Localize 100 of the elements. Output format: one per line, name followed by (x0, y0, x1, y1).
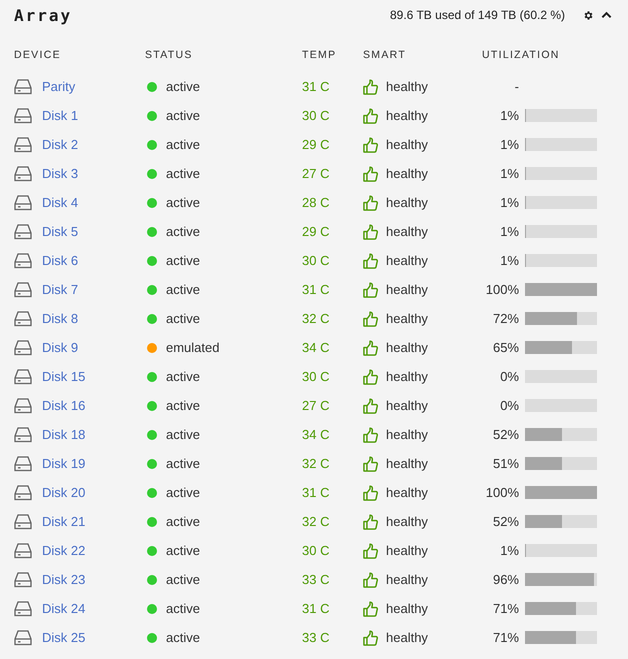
temperature-text: 33 C (302, 630, 330, 645)
temperature-text: 30 C (302, 369, 330, 384)
smart-status-text: healthy (386, 340, 428, 355)
status-text: active (166, 282, 200, 297)
hard-drive-icon (14, 514, 32, 530)
utilization-bar (525, 138, 597, 151)
device-link[interactable]: Disk 3 (42, 166, 78, 181)
hard-drive-icon (14, 252, 32, 268)
thumbs-up-icon (363, 78, 378, 94)
panel-title: Array (14, 6, 72, 24)
hard-drive-icon (14, 224, 32, 240)
temperature-text: 27 C (302, 166, 330, 181)
device-link[interactable]: Disk 2 (42, 137, 78, 152)
thumbs-up-icon (363, 368, 378, 384)
hard-drive-icon (14, 572, 32, 588)
temperature-text: 30 C (302, 253, 330, 268)
smart-status-text: healthy (386, 456, 428, 471)
hard-drive-icon (14, 600, 32, 616)
device-link[interactable]: Disk 9 (42, 340, 78, 355)
utilization-percent: 0% (499, 369, 519, 384)
utilization-percent: 1% (499, 195, 519, 210)
status-text: active (166, 108, 200, 123)
device-link[interactable]: Disk 18 (42, 427, 86, 442)
device-link[interactable]: Disk 25 (42, 630, 86, 645)
smart-status-text: healthy (386, 253, 428, 268)
temperature-text: 31 C (302, 485, 330, 500)
thumbs-up-icon (363, 426, 378, 442)
device-link[interactable]: Disk 1 (42, 108, 78, 123)
thumbs-up-icon (363, 398, 378, 414)
device-link[interactable]: Disk 21 (42, 514, 86, 529)
status-text: active (166, 514, 200, 529)
utilization-bar (525, 225, 597, 238)
device-link[interactable]: Disk 19 (42, 456, 86, 471)
temperature-text: 29 C (302, 137, 330, 152)
thumbs-up-icon (363, 484, 378, 500)
collapse-chevron-icon[interactable] (601, 11, 612, 19)
utilization-percent: 52% (492, 514, 519, 529)
hard-drive-icon (14, 282, 32, 298)
column-header: UTILIZATION (482, 49, 560, 61)
utilization-percent: 0% (499, 398, 519, 413)
utilization-percent: 1% (499, 253, 519, 268)
device-link[interactable]: Disk 4 (42, 195, 78, 210)
utilization-percent: 1% (499, 108, 519, 123)
utilization-percent: 1% (499, 137, 519, 152)
device-link[interactable]: Disk 5 (42, 224, 78, 239)
utilization-percent: 52% (492, 427, 519, 442)
utilization-percent: 96% (492, 572, 519, 587)
status-text: active (166, 166, 200, 181)
status-text: active (166, 427, 200, 442)
smart-status-text: healthy (386, 311, 428, 326)
temperature-text: 30 C (302, 108, 330, 123)
thumbs-up-icon (363, 514, 378, 530)
thumbs-up-icon (363, 340, 378, 356)
status-text: active (166, 485, 200, 500)
temperature-text: 33 C (302, 572, 330, 587)
thumbs-up-icon (363, 572, 378, 588)
utilization-bar (525, 370, 597, 383)
utilization-bar (525, 399, 597, 412)
smart-status-text: healthy (386, 543, 428, 558)
settings-icon[interactable] (583, 10, 594, 20)
utilization-percent: 71% (492, 601, 519, 616)
thumbs-up-icon (363, 542, 378, 558)
device-link[interactable]: Disk 24 (42, 601, 86, 616)
status-text: active (166, 79, 200, 94)
device-link[interactable]: Disk 16 (42, 398, 86, 413)
device-link[interactable]: Disk 15 (42, 369, 86, 384)
smart-status-text: healthy (386, 398, 428, 413)
utilization-bar (525, 167, 597, 180)
utilization-bar (525, 196, 597, 209)
thumbs-up-icon (363, 108, 378, 124)
temperature-text: 32 C (302, 456, 330, 471)
column-header: DEVICE (14, 49, 61, 61)
device-link[interactable]: Disk 23 (42, 572, 86, 587)
device-link[interactable]: Disk 6 (42, 253, 78, 268)
status-text: active (166, 137, 200, 152)
smart-status-text: healthy (386, 572, 428, 587)
utilization-percent: 100% (484, 485, 519, 500)
smart-status-text: healthy (386, 195, 428, 210)
utilization-bar (525, 544, 597, 557)
thumbs-up-icon (363, 194, 378, 210)
device-link[interactable]: Disk 7 (42, 282, 78, 297)
column-header: STATUS (145, 49, 193, 61)
utilization-percent: 1% (499, 166, 519, 181)
hard-drive-icon (14, 398, 32, 414)
device-link[interactable]: Disk 22 (42, 543, 86, 558)
device-link[interactable]: Disk 8 (42, 311, 78, 326)
temperature-text: 32 C (302, 514, 330, 529)
device-link[interactable]: Parity (42, 79, 76, 94)
status-text: emulated (166, 340, 220, 355)
utilization-percent: 71% (492, 630, 519, 645)
hard-drive-icon (14, 194, 32, 210)
utilization-bar (525, 573, 597, 586)
device-link[interactable]: Disk 20 (42, 485, 86, 500)
status-text: active (166, 224, 200, 239)
thumbs-up-icon (363, 310, 378, 326)
smart-status-text: healthy (386, 224, 428, 239)
smart-status-text: healthy (386, 514, 428, 529)
utilization-percent: 1% (499, 543, 519, 558)
smart-status-text: healthy (386, 166, 428, 181)
hard-drive-icon (14, 484, 32, 500)
